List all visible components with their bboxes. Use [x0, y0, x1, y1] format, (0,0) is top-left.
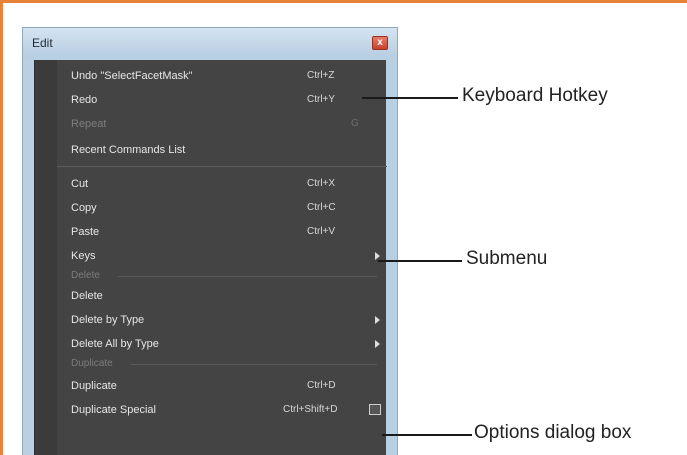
menu-item-label: Duplicate [71, 380, 117, 392]
menu-item-label: Redo [71, 94, 98, 106]
menu-item-keys[interactable]: Keys [57, 244, 387, 268]
menu-item-shortcut: Ctrl+V [307, 226, 336, 237]
close-icon: x [377, 37, 383, 48]
menu-item-label: Recent Commands List [71, 144, 186, 156]
window-title: Edit [32, 36, 53, 50]
menu-item-shortcut: Ctrl+C [307, 202, 336, 213]
menu-item-shortcut: Ctrl+D [307, 380, 336, 391]
callout-keyboard-hotkey: Keyboard Hotkey [462, 85, 608, 106]
menu-item-label: Copy [71, 202, 97, 214]
menu-item-shortcut: G [351, 118, 359, 129]
menu-item-delete-by-type[interactable]: Delete by Type [57, 308, 387, 332]
callout-line-keyboard-hotkey [362, 97, 458, 99]
menu-item-repeat: Repeat G [57, 112, 387, 136]
window-titlebar[interactable]: Edit x [23, 28, 397, 58]
menu-item-label: Keys [71, 250, 96, 262]
submenu-arrow-icon [375, 252, 380, 260]
menu-item-label: Delete All by Type [71, 338, 159, 350]
menu-item-duplicate[interactable]: Duplicate Ctrl+D [57, 374, 387, 398]
submenu-arrow-icon [375, 316, 380, 324]
menu-item-label: Undo "SelectFacetMask" [71, 70, 193, 82]
section-header-duplicate: Duplicate [57, 356, 387, 372]
section-rule [117, 276, 377, 277]
section-header-delete: Delete [57, 268, 387, 284]
section-label: Duplicate [71, 358, 113, 369]
callout-submenu: Submenu [466, 248, 548, 269]
section-label: Delete [71, 270, 100, 281]
menu-item-shortcut: Ctrl+Z [307, 70, 335, 81]
options-box-icon[interactable] [369, 404, 381, 415]
menu-item-label: Delete by Type [71, 314, 145, 326]
menu-item-shortcut: Ctrl+Shift+D [283, 404, 338, 415]
section-rule [131, 364, 377, 365]
close-button[interactable]: x [372, 36, 388, 50]
callout-line-options-dialog [382, 434, 472, 436]
submenu-arrow-icon [375, 340, 380, 348]
menu-item-shortcut: Ctrl+Y [307, 94, 336, 105]
menu-item-delete-all-by-type[interactable]: Delete All by Type [57, 332, 387, 356]
menu-item-paste[interactable]: Paste Ctrl+V [57, 220, 387, 244]
menu-item-duplicate-special[interactable]: Duplicate Special Ctrl+Shift+D [57, 398, 387, 422]
edit-menu: Undo "SelectFacetMask" Ctrl+Z Redo Ctrl+… [34, 60, 387, 455]
menu-item-delete[interactable]: Delete [57, 284, 387, 308]
menu-item-label: Repeat [71, 118, 107, 130]
callout-line-submenu [378, 260, 462, 262]
callout-options-dialog: Options dialog box [474, 422, 632, 443]
menu-item-label: Duplicate Special [71, 404, 156, 416]
menu-item-redo[interactable]: Redo Ctrl+Y [57, 88, 387, 112]
menu-item-copy[interactable]: Copy Ctrl+C [57, 196, 387, 220]
menu-item-label: Cut [71, 178, 89, 190]
menu-gutter [35, 60, 57, 455]
menu-item-label: Delete [71, 290, 103, 302]
menu-item-undo[interactable]: Undo "SelectFacetMask" Ctrl+Z [57, 64, 387, 88]
menu-divider [57, 166, 387, 167]
menu-item-cut[interactable]: Cut Ctrl+X [57, 172, 387, 196]
menu-item-recent-commands[interactable]: Recent Commands List [57, 138, 387, 162]
menu-item-shortcut: Ctrl+X [307, 178, 336, 189]
edit-menu-window: Edit x Undo "SelectFacetMask" Ctrl+Z Red… [22, 27, 398, 455]
menu-item-label: Paste [71, 226, 100, 238]
